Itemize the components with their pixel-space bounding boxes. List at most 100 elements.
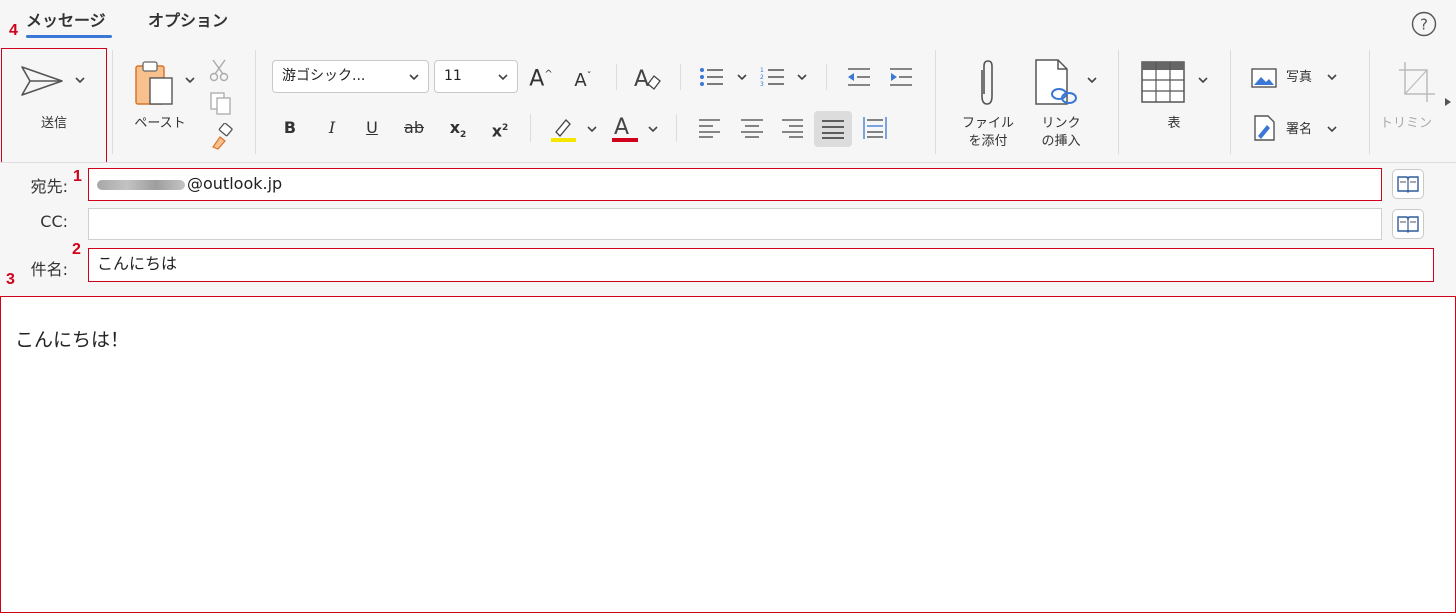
to-value: @outlook.jp (187, 174, 283, 193)
photo-icon[interactable] (1251, 67, 1277, 89)
ribbon-bottom-border (0, 162, 1456, 163)
address-book-icon (1397, 216, 1419, 233)
address-book-button-to[interactable] (1392, 169, 1424, 199)
tab-options[interactable]: オプション (148, 7, 228, 31)
chevron-down-icon[interactable] (797, 74, 807, 82)
help-icon[interactable]: ? (1411, 11, 1437, 37)
numbered-list-icon[interactable]: 1 2 3 (760, 66, 786, 88)
superscript-button[interactable]: x2 (488, 118, 512, 141)
highlight-icon[interactable] (548, 114, 578, 144)
svg-text:1: 1 (760, 67, 764, 74)
subscript-button[interactable]: x2 (446, 118, 470, 145)
paste-label: ペースト (134, 116, 186, 131)
superscript-label: x (491, 121, 503, 141)
ribbon-divider (826, 64, 827, 90)
increase-indent-icon[interactable] (888, 66, 914, 88)
chevron-down-icon[interactable] (737, 74, 747, 82)
shrink-font-button[interactable]: Aˇ (570, 67, 596, 91)
to-label: 宛先: (30, 177, 68, 196)
copy-icon[interactable] (208, 90, 234, 116)
align-right-icon[interactable] (780, 118, 804, 138)
strikethrough-button[interactable]: ab (400, 118, 428, 138)
distributed-align-icon[interactable] (862, 116, 888, 140)
grow-font-label: A (529, 66, 545, 92)
svg-text:?: ? (1420, 16, 1428, 34)
message-body-text: こんにちは！ (15, 329, 130, 351)
signature-icon[interactable] (1253, 115, 1277, 141)
font-size-select[interactable]: 11 (434, 60, 518, 93)
chevron-down-icon[interactable] (1198, 77, 1208, 85)
active-tab-underline (26, 35, 112, 38)
chevron-down-icon[interactable] (185, 77, 195, 85)
chevron-down-icon (409, 74, 419, 81)
ribbon-divider (1118, 50, 1119, 154)
subject-label: 件名: (30, 260, 68, 279)
underline-button[interactable]: U (362, 118, 382, 138)
signature-button[interactable]: 署名 (1286, 121, 1312, 139)
superscript-mark: 2 (502, 123, 509, 133)
bold-button[interactable]: B (280, 118, 300, 138)
chevron-down-icon[interactable] (75, 77, 85, 85)
paperclip-icon[interactable] (975, 58, 999, 108)
cc-label: CC: (40, 212, 68, 231)
align-center-icon[interactable] (740, 118, 764, 138)
cut-icon[interactable] (208, 58, 230, 82)
to-field[interactable]: @outlook.jp (88, 168, 1382, 201)
svg-text:2: 2 (760, 74, 764, 81)
subscript-label: x (449, 118, 461, 137)
crop-icon[interactable] (1397, 60, 1437, 104)
ribbon-divider (616, 64, 617, 90)
chevron-down-icon[interactable] (648, 126, 658, 134)
table-icon[interactable] (1140, 60, 1188, 104)
font-size-value: 11 (444, 68, 462, 84)
annotation-2: 2 (72, 241, 81, 258)
bullet-list-icon[interactable] (699, 66, 725, 88)
justify-icon (822, 120, 844, 139)
chevron-down-icon[interactable] (1327, 74, 1337, 82)
font-name-select[interactable]: 游ゴシック... (272, 60, 429, 93)
shrink-font-label: A (574, 70, 587, 91)
table-label: 表 (1167, 116, 1181, 131)
attach-file-label-2: を添付 (968, 134, 1008, 149)
font-name-value: 游ゴシック... (282, 68, 366, 84)
send-button[interactable]: 送信 (1, 48, 107, 163)
ribbon-divider (676, 114, 677, 142)
svg-text:A: A (614, 115, 629, 140)
decrease-indent-icon[interactable] (846, 66, 872, 88)
insert-link-icon[interactable] (1033, 58, 1081, 108)
chevron-down-icon[interactable] (1327, 126, 1337, 134)
grow-font-button[interactable]: A^ (528, 65, 554, 92)
ribbon-divider (680, 64, 681, 90)
subject-field[interactable]: こんにちは (88, 248, 1434, 282)
message-body[interactable] (0, 296, 1456, 613)
paste-icon[interactable] (133, 60, 181, 108)
attach-file-button[interactable]: ファイル を添付 (948, 115, 1028, 151)
ribbon-divider (1369, 50, 1370, 154)
cc-field[interactable] (88, 208, 1382, 240)
clear-formatting-icon[interactable]: A (632, 64, 664, 92)
address-book-icon (1397, 176, 1419, 193)
send-label: 送信 (40, 116, 67, 131)
annotation-4: 4 (9, 22, 18, 39)
justify-button[interactable] (814, 111, 852, 147)
chevron-down-icon (498, 74, 508, 81)
font-color-icon[interactable]: A (610, 112, 640, 144)
address-book-button-cc[interactable] (1392, 209, 1424, 239)
ribbon-scroll-right-icon[interactable] (1444, 97, 1452, 107)
italic-button[interactable]: I (322, 118, 342, 138)
annotation-3: 3 (6, 271, 15, 288)
svg-text:A: A (634, 67, 649, 92)
insert-link-button[interactable]: リンク の挿入 (1025, 115, 1097, 151)
subscript-mark: 2 (460, 130, 467, 141)
format-painter-icon[interactable] (208, 123, 236, 151)
insert-link-label-2: の挿入 (1041, 134, 1081, 149)
ribbon-divider (255, 50, 256, 154)
align-left-icon[interactable] (698, 118, 722, 138)
ribbon-divider (530, 114, 531, 142)
tab-message[interactable]: メッセージ (26, 7, 106, 31)
chevron-down-icon[interactable] (1087, 77, 1097, 85)
ribbon-divider (935, 50, 936, 154)
chevron-down-icon[interactable] (587, 126, 597, 134)
svg-text:3: 3 (760, 81, 764, 88)
photo-button[interactable]: 写真 (1286, 69, 1312, 87)
